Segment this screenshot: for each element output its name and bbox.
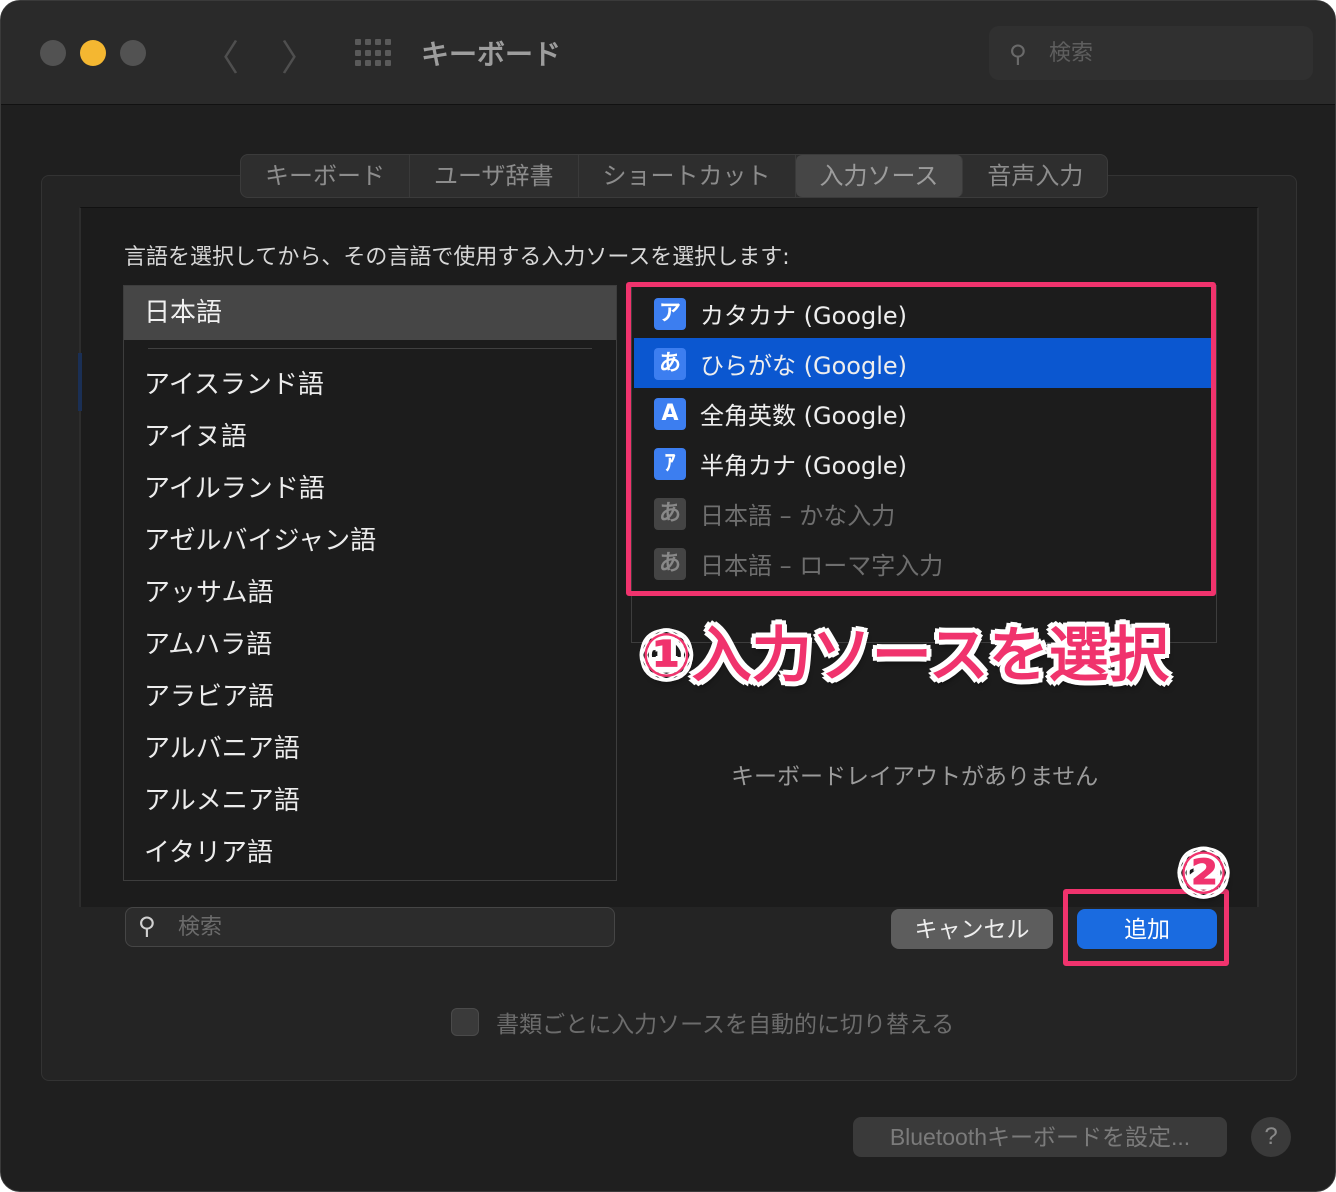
title-bar: 〈 〉 キーボード ⚲ [1,1,1335,105]
cancel-button[interactable]: キャンセル [891,909,1053,949]
setup-bluetooth-keyboard-button[interactable]: Bluetoothキーボードを設定... [853,1117,1227,1157]
auto-switch-label: 書類ごとに入力ソースを自動的に切り替える [496,1012,955,1038]
chevron-right-icon[interactable]: 〉 [281,29,317,81]
search-icon: ⚲ [1009,40,1027,68]
language-search-field[interactable]: ⚲ [125,907,615,947]
search-icon: ⚲ [138,912,156,940]
language-search-input[interactable] [178,912,598,942]
chevron-left-icon[interactable]: 〈 [203,29,239,81]
window-title: キーボード [421,38,562,71]
language-item[interactable]: アゼルバイジャン語 [144,520,376,557]
tab-input-sources[interactable]: 入力ソース [795,155,964,197]
grid-icon[interactable] [355,39,391,67]
annotation-step-1: ①入力ソースを選択 [641,621,1169,691]
language-item[interactable]: アルバニア語 [144,728,300,765]
sheet-instruction: 言語を選択してから、その言語で使用する入力ソースを選択します: [124,245,790,270]
language-item-selected[interactable]: 日本語 [124,286,616,340]
minimize-window-button[interactable] [80,40,106,66]
language-item[interactable]: アイヌ語 [144,416,247,453]
search-field[interactable]: ⚲ [989,26,1313,80]
language-item[interactable]: アイルランド語 [144,468,325,505]
zoom-window-button[interactable] [120,40,146,66]
tab-dictation[interactable]: 音声入力 [963,155,1107,197]
help-button[interactable]: ? [1251,1117,1291,1157]
tab-user-dictionary[interactable]: ユーザ辞書 [410,155,579,197]
language-list: 日本語 アイスランド語 アイヌ語 アイルランド語 アゼルバイジャン語 アッサム語… [123,285,617,881]
highlight-input-sources [626,282,1216,596]
annotation-step-2: ② [1179,839,1229,907]
language-item[interactable]: アルメニア語 [144,780,300,817]
tab-bar: キーボード ユーザ辞書 ショートカット 入力ソース 音声入力 [240,154,1109,198]
preferences-window: 〈 〉 キーボード ⚲ キーボード ユーザ辞書 ショートカット 入力ソース 音声… [0,0,1336,1192]
tab-shortcuts[interactable]: ショートカット [579,155,796,197]
language-item[interactable]: イタリア語 [144,832,273,869]
list-divider [148,348,592,349]
auto-switch-option: 書類ごとに入力ソースを自動的に切り替える [451,1005,954,1039]
auto-switch-checkbox[interactable] [451,1008,479,1036]
no-layout-message: キーボードレイアウトがありません [731,764,1099,790]
language-item[interactable]: アラビア語 [144,676,274,713]
tab-keyboard[interactable]: キーボード [241,155,410,197]
search-input[interactable] [1049,36,1289,70]
close-window-button[interactable] [40,40,66,66]
language-item[interactable]: アイスランド語 [144,364,324,401]
language-item[interactable]: アッサム語 [144,572,273,609]
background-selection-accent [78,353,82,411]
language-item[interactable]: アムハラ語 [144,624,272,661]
